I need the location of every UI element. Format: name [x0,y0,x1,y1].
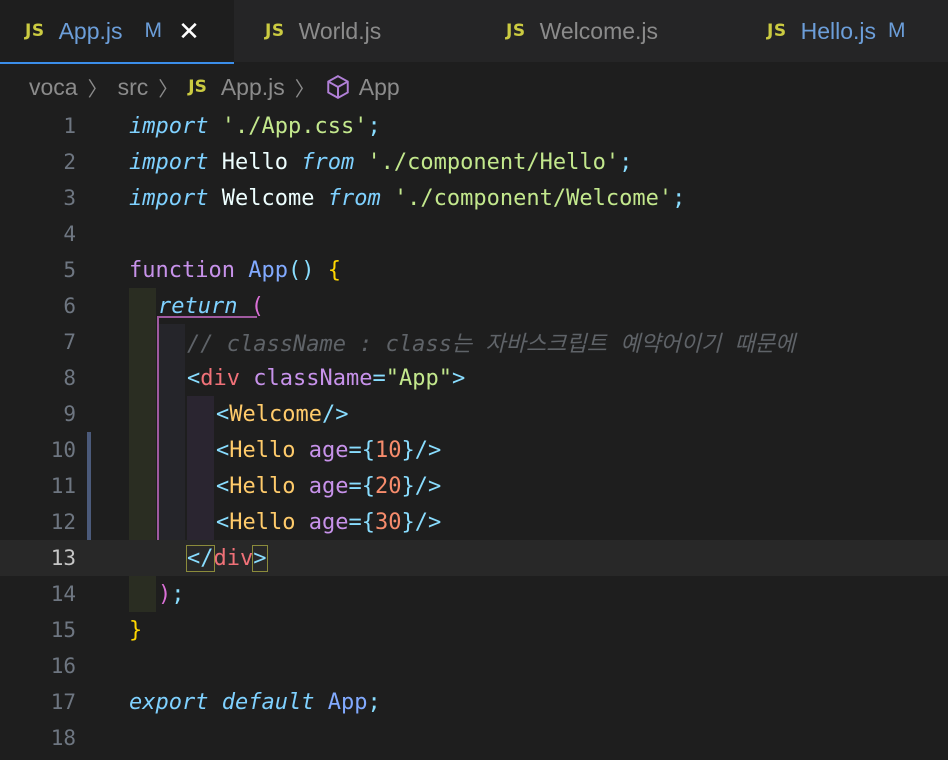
tab-hello-js[interactable]: JS Hello.js M [767,0,906,62]
code-line: 17 export default App; [0,684,948,720]
code-line: 12 <Hello age={30}/> [0,504,948,540]
js-file-icon: JS [767,21,787,41]
js-file-icon: JS [25,21,45,41]
code-text: import './App.css'; [129,113,381,139]
code-text: function App() { [129,257,341,283]
line-number: 1 [63,114,76,138]
code-line: 9 <Welcome/> [0,396,948,432]
chevron-right-icon: 〉 [294,78,315,101]
line-number: 12 [50,510,76,534]
line-number: 8 [63,366,76,390]
code-line: 14 ); [0,576,948,612]
line-number: 6 [63,294,76,318]
breadcrumb: voca 〉 src 〉 JS App.js 〉 App [29,68,400,106]
code-text: return ( [158,293,264,319]
tab-label: App.js [58,17,123,44]
tab-app-js[interactable]: JS App.js M ✕ [0,0,234,64]
line-number: 4 [63,222,76,246]
code-line: 8 <div className="App"> [0,360,948,396]
line-number: 14 [50,582,76,606]
code-text: import Hello from './component/Hello'; [129,149,633,175]
code-text: } [129,617,143,643]
code-line: 11 <Hello age={20}/> [0,468,948,504]
modified-indicator: M [888,19,906,42]
code-text: <Hello age={20}/> [216,473,442,499]
symbol-cube-icon [325,74,351,100]
line-number: 15 [50,618,76,642]
js-file-icon: JS [265,21,285,41]
tab-label: Welcome.js [539,17,659,44]
code-line: 3 import Welcome from './component/Welco… [0,180,948,216]
code-line: 18 [0,720,948,756]
line-number: 5 [63,258,76,282]
code-line: 4 [0,216,948,252]
tab-label: World.js [298,17,382,44]
breadcrumb-item-src[interactable]: src [118,74,149,101]
close-icon[interactable]: ✕ [178,18,200,44]
code-text: <div className="App"> [187,365,466,391]
code-text: import Welcome from './component/Welcome… [129,185,686,211]
code-comment: // className : class는 자바스크립트 예약어이기 때문에 [187,332,796,357]
code-text: <Hello age={30}/> [216,509,442,535]
code-line: 1 import './App.css'; [0,108,948,144]
code-line: 2 import Hello from './component/Hello'; [0,144,948,180]
line-number: 17 [50,690,76,714]
modified-indicator: M [144,19,163,42]
js-file-icon: JS [506,21,526,41]
breadcrumb-item-voca[interactable]: voca [29,74,78,101]
code-text: export default App; [129,689,381,715]
code-line: 16 [0,648,948,684]
line-number: 2 [63,150,76,174]
code-line: 15 } [0,612,948,648]
tab-label: Hello.js [800,17,876,44]
js-file-icon: JS [188,77,207,97]
code-line: 7 // className : class는 자바스크립트 예약어이기 때문에 [0,324,948,360]
line-number: 3 [63,186,76,210]
line-number: 9 [63,402,76,426]
code-editor[interactable]: 1 import './App.css'; 2 import Hello fro… [0,108,948,760]
code-text: </div> [186,544,268,572]
line-number: 10 [50,438,76,462]
line-number: 16 [50,654,76,678]
code-line: 5 function App() { [0,252,948,288]
breadcrumb-item-file[interactable]: App.js [221,74,285,101]
code-line-current: 13 </div> [0,540,948,576]
line-number: 11 [50,474,76,498]
tab-bar: JS App.js M ✕ JS World.js JS Welcome.js … [0,0,948,64]
chevron-right-icon: 〉 [87,78,108,101]
tab-welcome-js[interactable]: JS Welcome.js [506,0,658,62]
code-line: 6 return ( [0,288,948,324]
code-text: ); [158,581,185,607]
code-text: <Hello age={10}/> [216,437,442,463]
breadcrumb-item-symbol[interactable]: App [359,74,400,101]
chevron-right-icon: 〉 [158,78,179,101]
tab-world-js[interactable]: JS World.js [265,0,381,62]
line-number: 13 [50,546,76,570]
code-text: <Welcome/> [216,401,349,427]
line-number: 18 [50,726,76,750]
code-line: 10 <Hello age={10}/> [0,432,948,468]
line-number: 7 [63,330,76,354]
